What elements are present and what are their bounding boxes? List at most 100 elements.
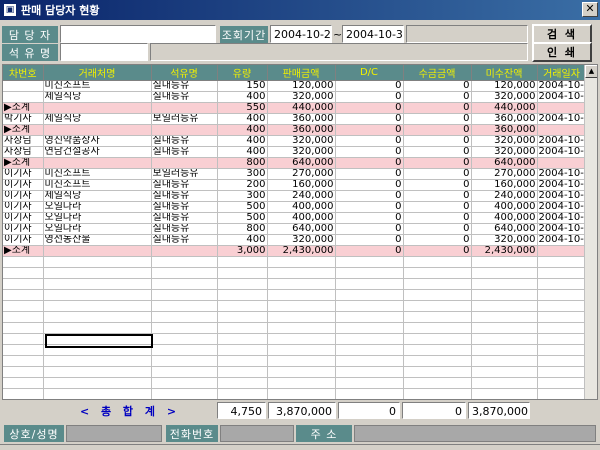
table-cell[interactable] [267, 355, 336, 367]
table-cell[interactable] [335, 355, 404, 367]
table-cell[interactable]: 0 [335, 168, 404, 180]
table-cell[interactable] [471, 388, 538, 399]
table-cell[interactable] [151, 344, 218, 356]
table-cell[interactable]: 400 [217, 135, 268, 147]
table-cell[interactable] [471, 377, 538, 389]
table-cell[interactable]: 0 [403, 245, 472, 257]
table-cell[interactable] [335, 333, 404, 345]
table-cell[interactable]: 500 [217, 201, 268, 213]
table-cell[interactable] [43, 377, 152, 389]
table-cell[interactable] [335, 322, 404, 334]
column-header[interactable]: 거래일자 [537, 65, 587, 81]
subtotal-row[interactable]: ▶소계 400 360,000 0 0 360,000 [3, 124, 587, 136]
empty-row[interactable] [3, 355, 587, 367]
table-cell[interactable] [537, 388, 587, 399]
table-cell[interactable] [151, 311, 218, 323]
table-cell[interactable]: 0 [403, 124, 472, 136]
table-cell[interactable]: 실내등유 [151, 135, 218, 147]
table-cell[interactable] [537, 366, 587, 378]
column-header[interactable]: 거래처명 [43, 65, 152, 81]
table-cell[interactable]: 이기사 [3, 179, 44, 191]
table-cell[interactable] [335, 278, 404, 290]
table-cell[interactable]: 640,000 [471, 157, 538, 169]
table-cell[interactable] [537, 124, 587, 136]
table-cell[interactable]: 0 [403, 201, 472, 213]
table-cell[interactable]: 2004-10-25 [537, 234, 587, 246]
table-cell[interactable] [3, 80, 44, 92]
table-row[interactable]: 박기사제일식당보일러등유400360,00000360,0002004-10-2… [3, 113, 587, 125]
table-cell[interactable]: 400 [217, 124, 268, 136]
column-header[interactable]: 차번호 [3, 65, 44, 81]
empty-row[interactable] [3, 256, 587, 268]
table-cell[interactable] [217, 377, 268, 389]
table-cell[interactable]: ▶소계 [3, 245, 44, 257]
table-cell[interactable]: 360,000 [471, 113, 538, 125]
selected-cell[interactable] [45, 334, 153, 348]
table-cell[interactable]: 2004-10-25 [537, 179, 587, 191]
print-button[interactable]: 인 쇄 [532, 42, 592, 62]
table-cell[interactable]: 0 [335, 146, 404, 158]
table-cell[interactable] [537, 300, 587, 312]
empty-row[interactable] [3, 278, 587, 290]
table-cell[interactable]: 0 [403, 168, 472, 180]
table-cell[interactable] [267, 388, 336, 399]
table-cell[interactable]: 400,000 [267, 212, 336, 224]
table-cell[interactable]: 160,000 [267, 179, 336, 191]
table-row[interactable]: 이기사오일나라실내등유500400,00000400,0002004-10-29 [3, 212, 587, 224]
column-header[interactable]: 유량 [217, 65, 268, 81]
table-cell[interactable]: 440,000 [267, 102, 336, 114]
table-cell[interactable] [335, 400, 403, 401]
column-header[interactable]: 수금금액 [403, 65, 472, 81]
table-cell[interactable]: 320,000 [471, 135, 538, 147]
table-cell[interactable] [267, 256, 336, 268]
table-cell[interactable]: 0 [335, 102, 404, 114]
table-cell[interactable]: 400 [217, 234, 268, 246]
table-cell[interactable]: 360,000 [267, 124, 336, 136]
table-cell[interactable]: 실내등유 [151, 80, 218, 92]
table-cell[interactable]: 2,430,000 [267, 245, 336, 257]
table-cell[interactable] [151, 366, 218, 378]
table-cell[interactable]: 400,000 [267, 201, 336, 213]
table-cell[interactable]: 0 [335, 234, 404, 246]
column-header[interactable]: 판매금액 [267, 65, 336, 81]
table-row[interactable]: 이기사제일식당실내등유300240,00000240,0002004-10-26 [3, 190, 587, 202]
table-cell[interactable] [267, 377, 336, 389]
table-row[interactable]: 이기사오일나라실내등유800640,00000640,0002004-10-30 [3, 223, 587, 235]
table-cell[interactable]: 0 [335, 190, 404, 202]
table-cell[interactable]: 미진소프트 [43, 179, 152, 191]
table-cell[interactable]: 150 [217, 80, 268, 92]
table-cell[interactable] [471, 344, 538, 356]
table-cell[interactable]: 오일나라 [43, 212, 152, 224]
table-cell[interactable]: 사장님 [3, 135, 44, 147]
table-cell[interactable]: 2004-10-26 [537, 190, 587, 202]
table-cell[interactable] [3, 333, 44, 345]
table-cell[interactable]: 이기사 [3, 212, 44, 224]
sales-grid[interactable]: 차번호 거래처명 석유명 유량 판매금액 D/C 수금금액 미수잔액 거래일자 미진소프트 실내등… [2, 64, 598, 400]
table-cell[interactable]: 0 [335, 113, 404, 125]
table-cell[interactable]: 400,000 [471, 212, 538, 224]
table-cell[interactable] [3, 256, 44, 268]
table-cell[interactable]: 120,000 [267, 80, 336, 92]
table-cell[interactable] [3, 344, 44, 356]
table-cell[interactable]: 2004-10-29 [537, 212, 587, 224]
vertical-scrollbar[interactable]: ▲ [584, 65, 597, 399]
table-cell[interactable] [3, 377, 44, 389]
column-header[interactable]: 미수잔액 [471, 65, 538, 81]
table-cell[interactable] [537, 377, 587, 389]
column-header[interactable]: D/C [335, 65, 404, 81]
table-cell[interactable] [267, 267, 336, 279]
table-cell[interactable] [471, 300, 538, 312]
table-cell[interactable] [151, 333, 218, 345]
table-cell[interactable] [403, 366, 472, 378]
date-from-input[interactable]: 2004-10-25 [270, 25, 332, 43]
table-cell[interactable] [43, 300, 152, 312]
table-cell[interactable] [151, 377, 218, 389]
table-cell[interactable] [217, 300, 268, 312]
empty-row[interactable] [3, 322, 587, 334]
table-cell[interactable]: 2004-10-26 [537, 168, 587, 180]
column-header[interactable]: 석유명 [151, 65, 218, 81]
table-cell[interactable]: 0 [403, 102, 472, 114]
table-cell[interactable] [43, 388, 152, 399]
table-cell[interactable] [267, 344, 336, 356]
table-cell[interactable]: 이기사 [3, 234, 44, 246]
